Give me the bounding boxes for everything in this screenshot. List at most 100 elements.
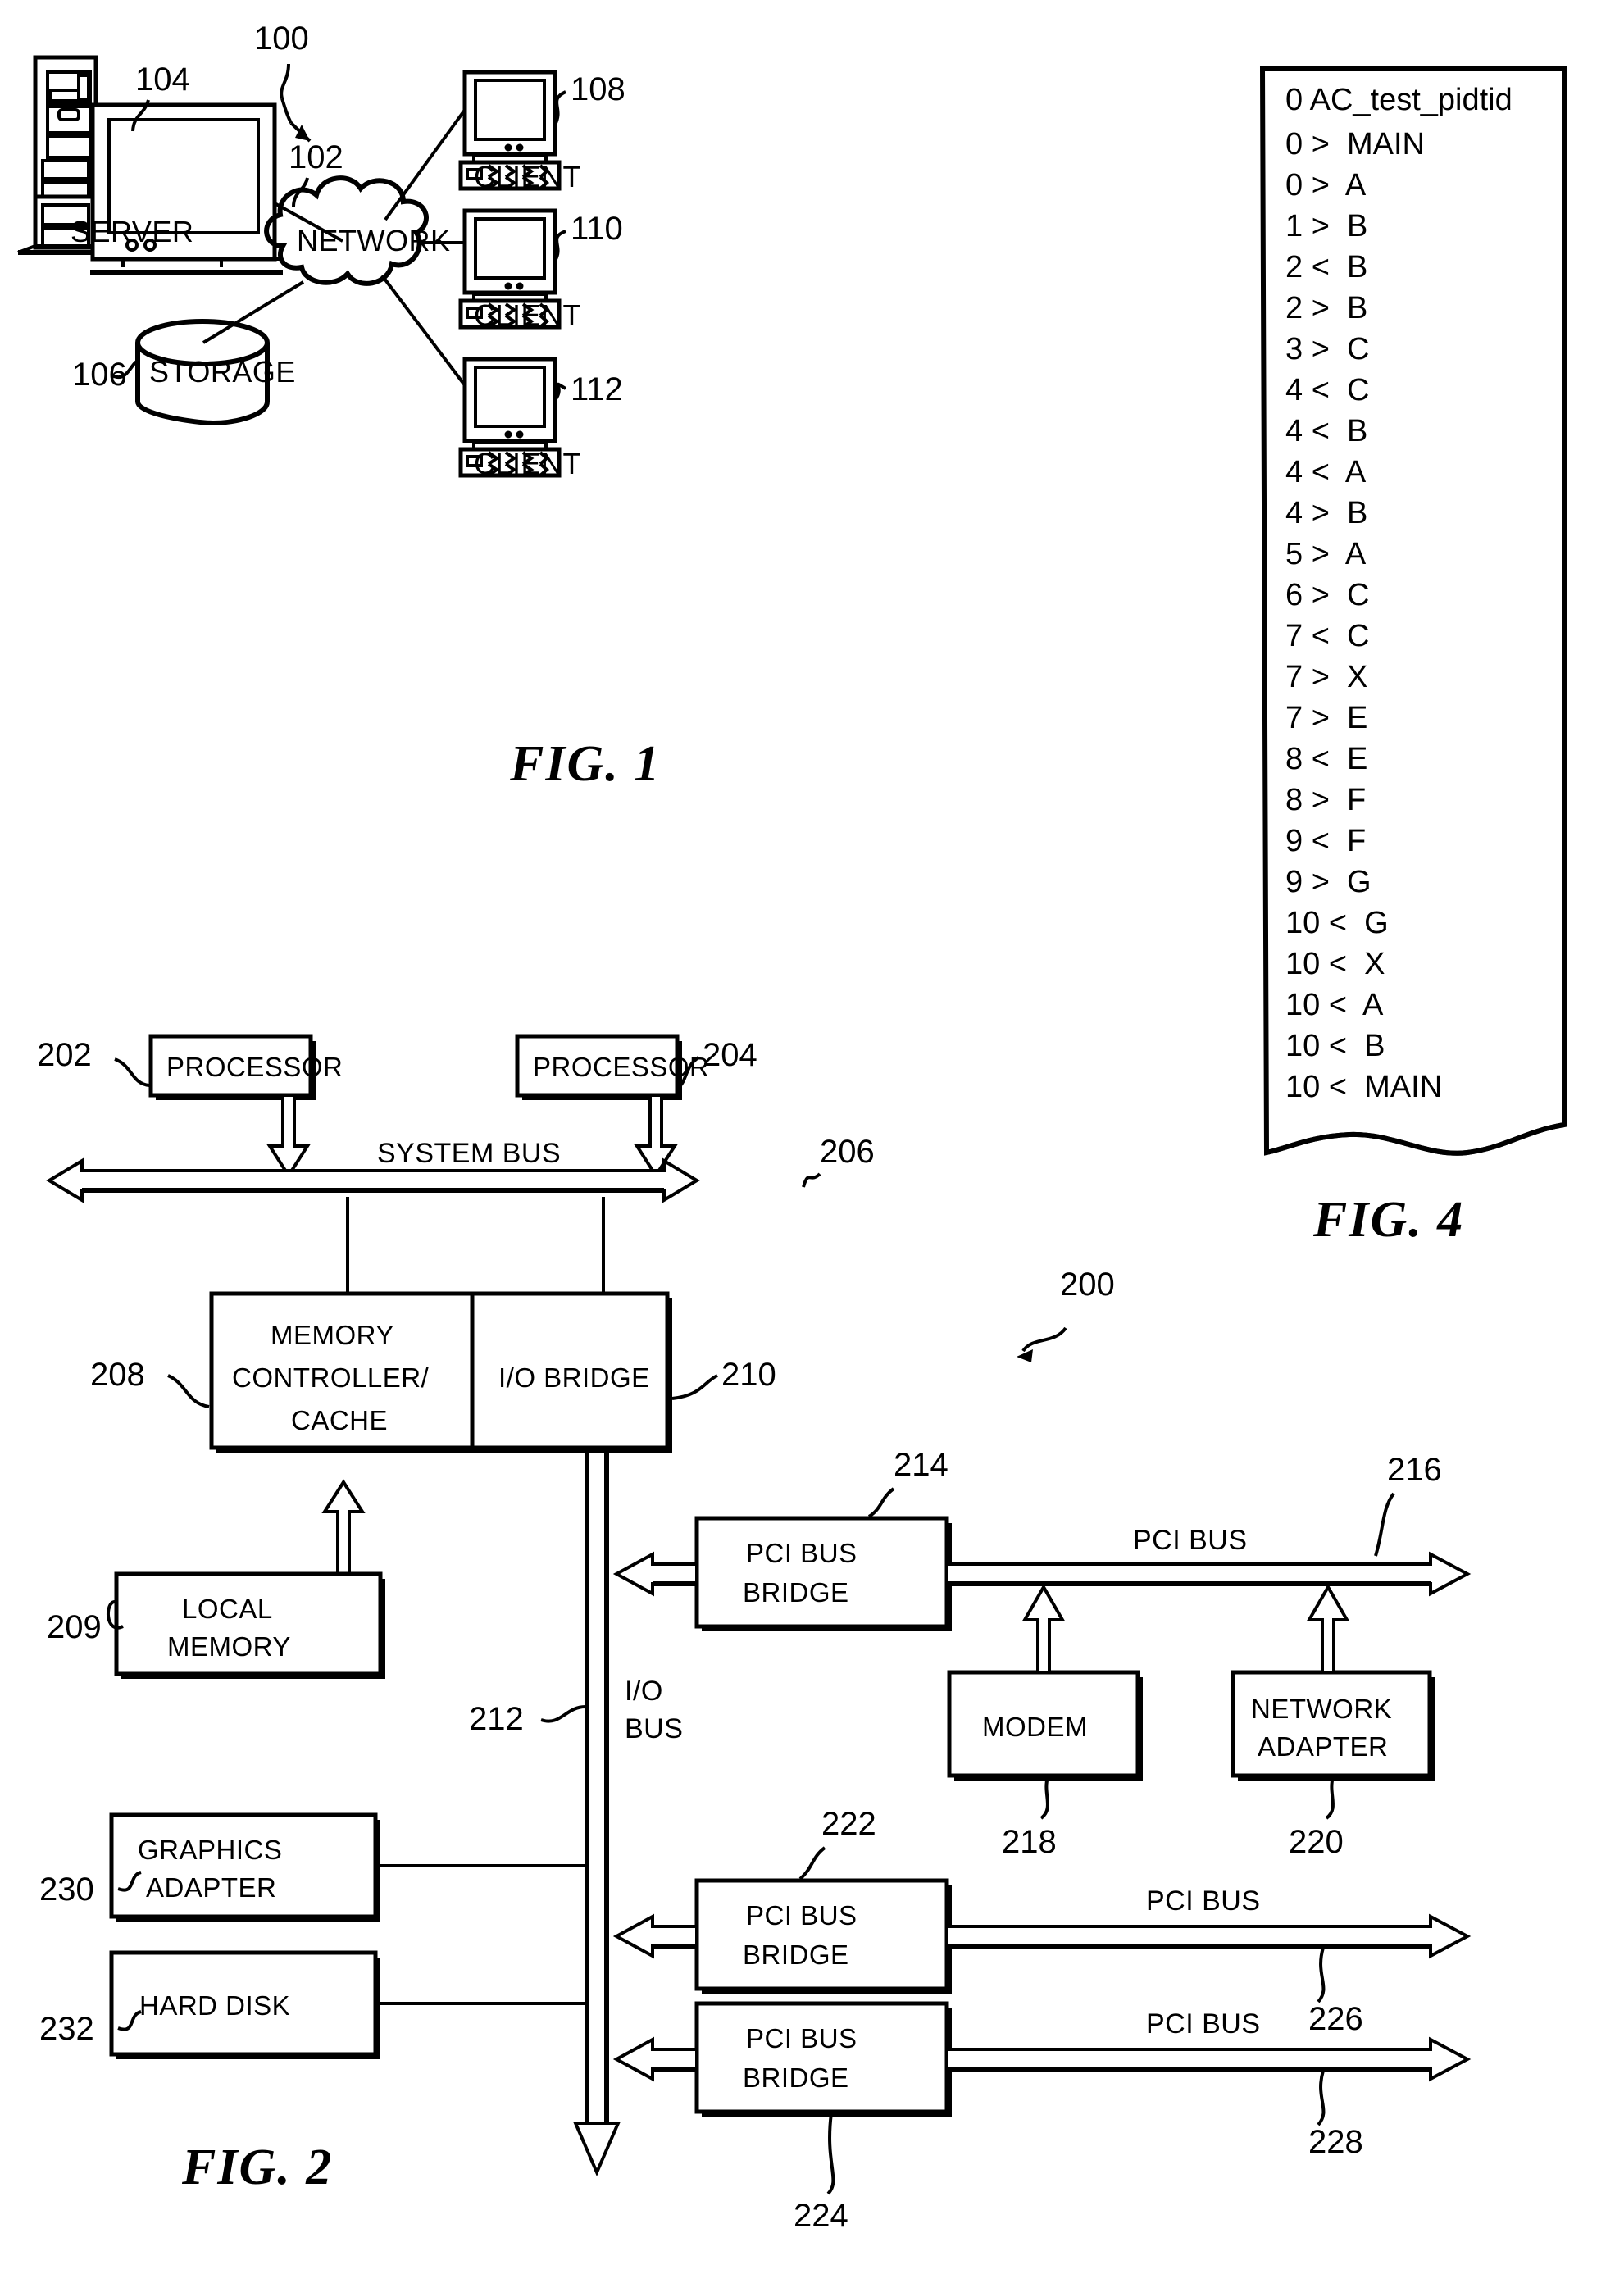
fig4-trace-line: 5 > A [1285,537,1367,571]
ref-204-label: 204 [703,1037,757,1073]
patent-drawing-sheet: 100 104 SERVER NETWORK 102 STORAGE 106 C… [0,0,1624,2274]
fig4-trace-line: 4 < A [1285,455,1367,489]
figure-1-caption: FIG. 1 [509,736,661,792]
pci-bridge-2-line-2: BRIDGE [743,1940,849,1970]
pci-bus-1-label: PCI BUS [1133,1525,1248,1556]
pci-bridge-2-left-arrow [612,1913,698,1959]
fig4-trace-line: 10 < G [1285,906,1389,940]
local-memory-line-1: LOCAL [182,1594,273,1624]
hard-disk-block: HARD DISK [109,1950,380,2059]
modem-block: MODEM [947,1670,1143,1781]
client-2-label: CLIENT [474,298,581,332]
fig4-trace-line: 0 > A [1285,168,1367,202]
ref-214-label: 214 [894,1447,948,1483]
fig4-trace-line: 10 < A [1285,988,1384,1022]
fig4-trace-line: 2 > B [1285,291,1367,325]
client-3-label: CLIENT [474,447,581,480]
pci-bridge-1-left-arrow [612,1551,698,1597]
graphics-adapter-line-2: ADAPTER [146,1872,276,1903]
ref-226-label: 226 [1308,2001,1363,2037]
fig4-trace-line: 4 < C [1285,373,1369,407]
network-adapter-bus-arrow [1306,1583,1350,1674]
ref-212-label: 212 [469,1701,524,1737]
network-adapter-line-2: ADAPTER [1258,1731,1388,1762]
pci-bus-2-label: PCI BUS [1146,1885,1261,1917]
ref-222-label: 222 [821,1806,876,1842]
storage-label: STORAGE [149,355,296,389]
pci-bridge-1-line-1: PCI BUS [746,1538,857,1568]
pci-bridge-3-line-2: BRIDGE [743,2063,849,2093]
fig4-trace-list: 0 > MAIN 0 > A 1 > B 2 < B 2 > B 3 > C 4 < C 4 … [1285,127,1442,1104]
pci-bridge-2-block: PCI BUS BRIDGE [694,1878,952,1994]
fig4-trace-line: 9 > G [1285,865,1372,899]
modem-bus-arrow [1021,1583,1066,1674]
pci-bridge-1-block: PCI BUS BRIDGE [694,1516,952,1631]
ref-100-label: 100 [254,20,309,57]
fig4-trace-line: 8 > F [1285,783,1366,817]
io-bus-arrow [572,1448,621,2177]
fig4-trace-line: 4 < B [1285,414,1367,448]
io-bus-line-1: I/O [625,1676,663,1707]
ref-200-label: 200 [1060,1267,1115,1303]
fig4-trace-line: 0 > MAIN [1285,127,1425,161]
pci-bus-2-arrow [945,1913,1472,1959]
processor-2-block: PROCESSOR [515,1034,709,1100]
ref-232-label: 232 [39,2011,94,2047]
pci-bridge-3-block: PCI BUS BRIDGE [694,2001,952,2117]
network-adapter-line-1: NETWORK [1251,1694,1392,1724]
network-cloud-icon: NETWORK [264,175,450,286]
memory-controller-line-2: CONTROLLER/ [232,1362,430,1393]
fig4-trace-line: 4 > B [1285,496,1367,530]
ref-209-label: 209 [47,1609,102,1645]
fig4-trace-line: 2 < B [1285,250,1367,284]
ref-210-label: 210 [721,1357,776,1393]
ref-202-label: 202 [37,1037,92,1073]
figure-1-group: 100 104 SERVER NETWORK 102 STORAGE 106 C… [17,20,661,792]
pci-bus-3-arrow [945,2036,1472,2082]
pci-bus-1-arrow [945,1551,1472,1597]
ref-208-label: 208 [90,1357,145,1393]
pci-bridge-1-line-2: BRIDGE [743,1577,849,1608]
ref-224-label: 224 [794,2198,848,2234]
network-adapter-block: NETWORK ADAPTER [1231,1670,1435,1781]
processor-2-label: PROCESSOR [533,1052,709,1082]
processor-1-label: PROCESSOR [166,1052,343,1082]
client-1-label: CLIENT [474,160,581,193]
ref-110-label: 110 [571,211,623,247]
processor-1-block: PROCESSOR [148,1034,343,1100]
fig4-trace-line: 7 > X [1285,660,1367,694]
ref-106-label: 106 [72,357,127,393]
io-bridge-label: I/O BRIDGE [498,1362,650,1393]
ref-206-label: 206 [820,1134,875,1170]
fig4-trace-line: 8 < E [1285,742,1367,776]
fig4-trace-line: 7 < C [1285,619,1369,653]
io-bus-line-2: BUS [625,1713,683,1744]
figure-4-caption: FIG. 4 [1312,1192,1464,1248]
link-network-client3 [380,274,466,387]
ref-216-label: 216 [1387,1452,1442,1488]
hard-disk-label: HARD DISK [139,1990,290,2021]
storage-cylinder-icon: STORAGE [135,319,296,426]
memory-controller-line-3: CACHE [291,1405,388,1435]
io-bridge-block: I/O BRIDGE [470,1291,672,1453]
local-memory-arrow [321,1479,366,1576]
fig4-trace-line: 9 < F [1285,824,1366,858]
modem-label: MODEM [982,1712,1088,1742]
ref-102-label: 102 [289,139,343,175]
system-bus-arrow [46,1157,700,1203]
graphics-adapter-block: GRAPHICS ADAPTER [109,1812,380,1922]
fig4-trace-line: 1 > B [1285,209,1367,243]
local-memory-block: LOCAL MEMORY [114,1571,385,1679]
pci-bridge-2-line-1: PCI BUS [746,1900,857,1931]
pci-bridge-3-left-arrow [612,2036,698,2082]
figure-2-caption: FIG. 2 [181,2140,333,2195]
processor-1-bus-arrow [266,1094,311,1179]
graphics-adapter-line-1: GRAPHICS [138,1835,282,1865]
ref-108-label: 108 [571,71,625,107]
system-bus-label: SYSTEM BUS [377,1138,561,1169]
fig4-trace-line: 6 > C [1285,578,1369,612]
fig4-trace-line: 3 > C [1285,332,1369,366]
server-label: SERVER [71,215,193,248]
local-memory-line-2: MEMORY [167,1631,291,1662]
memory-controller-line-1: MEMORY [271,1320,394,1350]
